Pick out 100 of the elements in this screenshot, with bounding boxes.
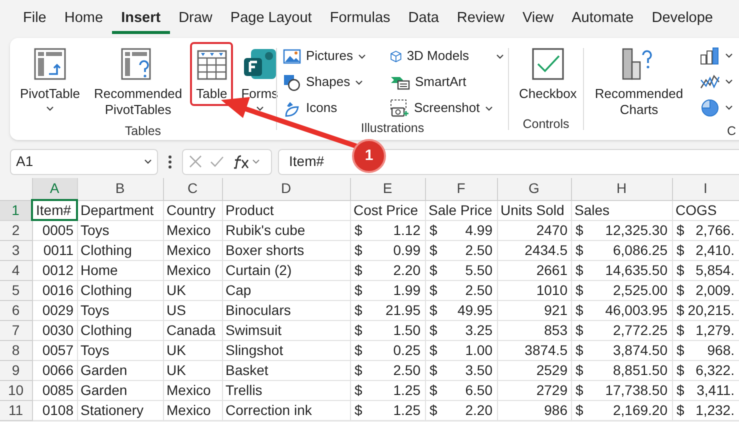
- ribbon-button[interactable]: SmartArt: [388, 71, 506, 93]
- caret-icon: [725, 53, 733, 58]
- amount: 2,410.: [696, 242, 734, 258]
- table-cell: UK: [163, 360, 222, 380]
- table-cell: 2470: [497, 220, 571, 240]
- table-cell: Boxer shorts: [222, 240, 350, 260]
- table-cell: Slingshot: [222, 340, 350, 360]
- currency-symbol: $: [354, 302, 362, 318]
- pivot-table-icon: [34, 48, 66, 80]
- ribbon-tab[interactable]: Formulas: [320, 4, 400, 34]
- table-cell: UK: [163, 280, 222, 300]
- ribbon-tab[interactable]: Draw: [170, 4, 222, 34]
- currency-symbol: $: [354, 362, 362, 378]
- currency-symbol: $: [354, 402, 362, 418]
- enter-check-icon[interactable]: [210, 156, 224, 167]
- ribbon-button[interactable]: Screenshot: [388, 97, 506, 119]
- ribbon-tab[interactable]: Data: [399, 4, 448, 34]
- ribbon-button[interactable]: Icons: [281, 97, 368, 119]
- smartart-icon: [390, 74, 410, 90]
- table-cell: UK: [163, 340, 222, 360]
- ribbon-tab[interactable]: Automate: [562, 4, 643, 34]
- row-header[interactable]: 11: [0, 400, 32, 420]
- table-cell: 853: [497, 320, 571, 340]
- column-header[interactable]: F: [425, 178, 497, 200]
- table-cell: Toys: [77, 300, 163, 320]
- caret-icon: [725, 105, 733, 110]
- table-cell: 0005: [32, 220, 77, 240]
- row-header[interactable]: 9: [0, 360, 32, 380]
- column-header[interactable]: C: [163, 178, 222, 200]
- table-cell: Units Sold: [497, 200, 571, 220]
- ribbon-tab[interactable]: Develope: [642, 4, 722, 34]
- ribbon-button[interactable]: Shapes: [281, 71, 368, 93]
- currency-symbol: $: [676, 342, 684, 358]
- row-header[interactable]: 7: [0, 320, 32, 340]
- ribbon-tab[interactable]: Insert: [112, 4, 170, 34]
- row-header[interactable]: 3: [0, 240, 32, 260]
- amount: 6,322.: [696, 362, 734, 378]
- amount: 2.20: [393, 262, 420, 278]
- table-cell: Clothing: [77, 320, 163, 340]
- table-cell: 0066: [32, 360, 77, 380]
- amount: 2,009.: [696, 282, 734, 298]
- currency-symbol: $: [354, 342, 362, 358]
- table-cell: Mexico: [163, 220, 222, 240]
- table-cell: Rubik's cube: [222, 220, 350, 240]
- table-cell: Basket: [222, 360, 350, 380]
- ribbon-tab[interactable]: Page Layout: [221, 4, 321, 34]
- ribbon-button[interactable]: Recommended PivotTables: [88, 42, 188, 122]
- table-cell: Mexico: [163, 380, 222, 400]
- ribbon-button[interactable]: PivotTable: [14, 42, 86, 115]
- amount: 4.99: [465, 222, 492, 238]
- ribbon-tab[interactable]: Home: [55, 4, 112, 34]
- ribbon-button[interactable]: Table: [190, 42, 234, 106]
- table-cell: 0108: [32, 400, 77, 420]
- currency-symbol: $: [576, 362, 584, 378]
- checkbox-icon: [532, 48, 564, 80]
- currency-symbol: $: [576, 382, 584, 398]
- amount: 6,086.25: [613, 242, 668, 258]
- table-cell: 986: [497, 400, 571, 420]
- row-header[interactable]: 1: [0, 200, 32, 220]
- more-options-icon[interactable]: [168, 154, 172, 168]
- ribbon-button[interactable]: 3D Models: [388, 45, 506, 67]
- table-cell: Mexico: [163, 260, 222, 280]
- row-header[interactable]: 5: [0, 280, 32, 300]
- table-cell: 921: [497, 300, 571, 320]
- table-cell: Sale Price: [425, 200, 497, 220]
- ribbon-button[interactable]: Recommended Charts: [588, 42, 690, 122]
- currency-symbol: $: [676, 222, 684, 238]
- amount: 1.99: [393, 282, 420, 298]
- currency-symbol: $: [430, 222, 438, 238]
- table-cell: Correction ink: [222, 400, 350, 420]
- ribbon-tab[interactable]: View: [513, 4, 563, 34]
- insert-function-icon[interactable]: [232, 154, 262, 168]
- currency-symbol: $: [576, 242, 584, 258]
- ribbon-tab[interactable]: Review: [448, 4, 514, 34]
- row-header[interactable]: 8: [0, 340, 32, 360]
- ribbon-button[interactable]: Pictures: [281, 45, 368, 67]
- row-header[interactable]: 6: [0, 300, 32, 320]
- currency-symbol: $: [430, 302, 438, 318]
- amount: 1.12: [393, 222, 420, 238]
- row-header[interactable]: 4: [0, 260, 32, 280]
- table-cell: 2729: [497, 380, 571, 400]
- table-cell: Canada: [163, 320, 222, 340]
- column-header[interactable]: E: [350, 178, 425, 200]
- amount: 2,169.20: [613, 402, 668, 418]
- row-header[interactable]: 10: [0, 380, 32, 400]
- column-header[interactable]: G: [497, 178, 571, 200]
- name-box[interactable]: A1: [10, 148, 158, 174]
- column-header[interactable]: D: [222, 178, 350, 200]
- column-header[interactable]: H: [571, 178, 672, 200]
- column-header[interactable]: A: [32, 178, 77, 200]
- column-header[interactable]: B: [77, 178, 163, 200]
- amount: 1,232.: [696, 402, 734, 418]
- row-header[interactable]: 2: [0, 220, 32, 240]
- column-header[interactable]: I: [672, 178, 739, 200]
- ribbon-tab[interactable]: File: [14, 4, 56, 34]
- table-cell: Stationery: [77, 400, 163, 420]
- table-cell: 0012: [32, 260, 77, 280]
- pie-chart-icon: [700, 98, 720, 116]
- ribbon-button[interactable]: Checkbox: [513, 42, 583, 106]
- table-cell: Country: [163, 200, 222, 220]
